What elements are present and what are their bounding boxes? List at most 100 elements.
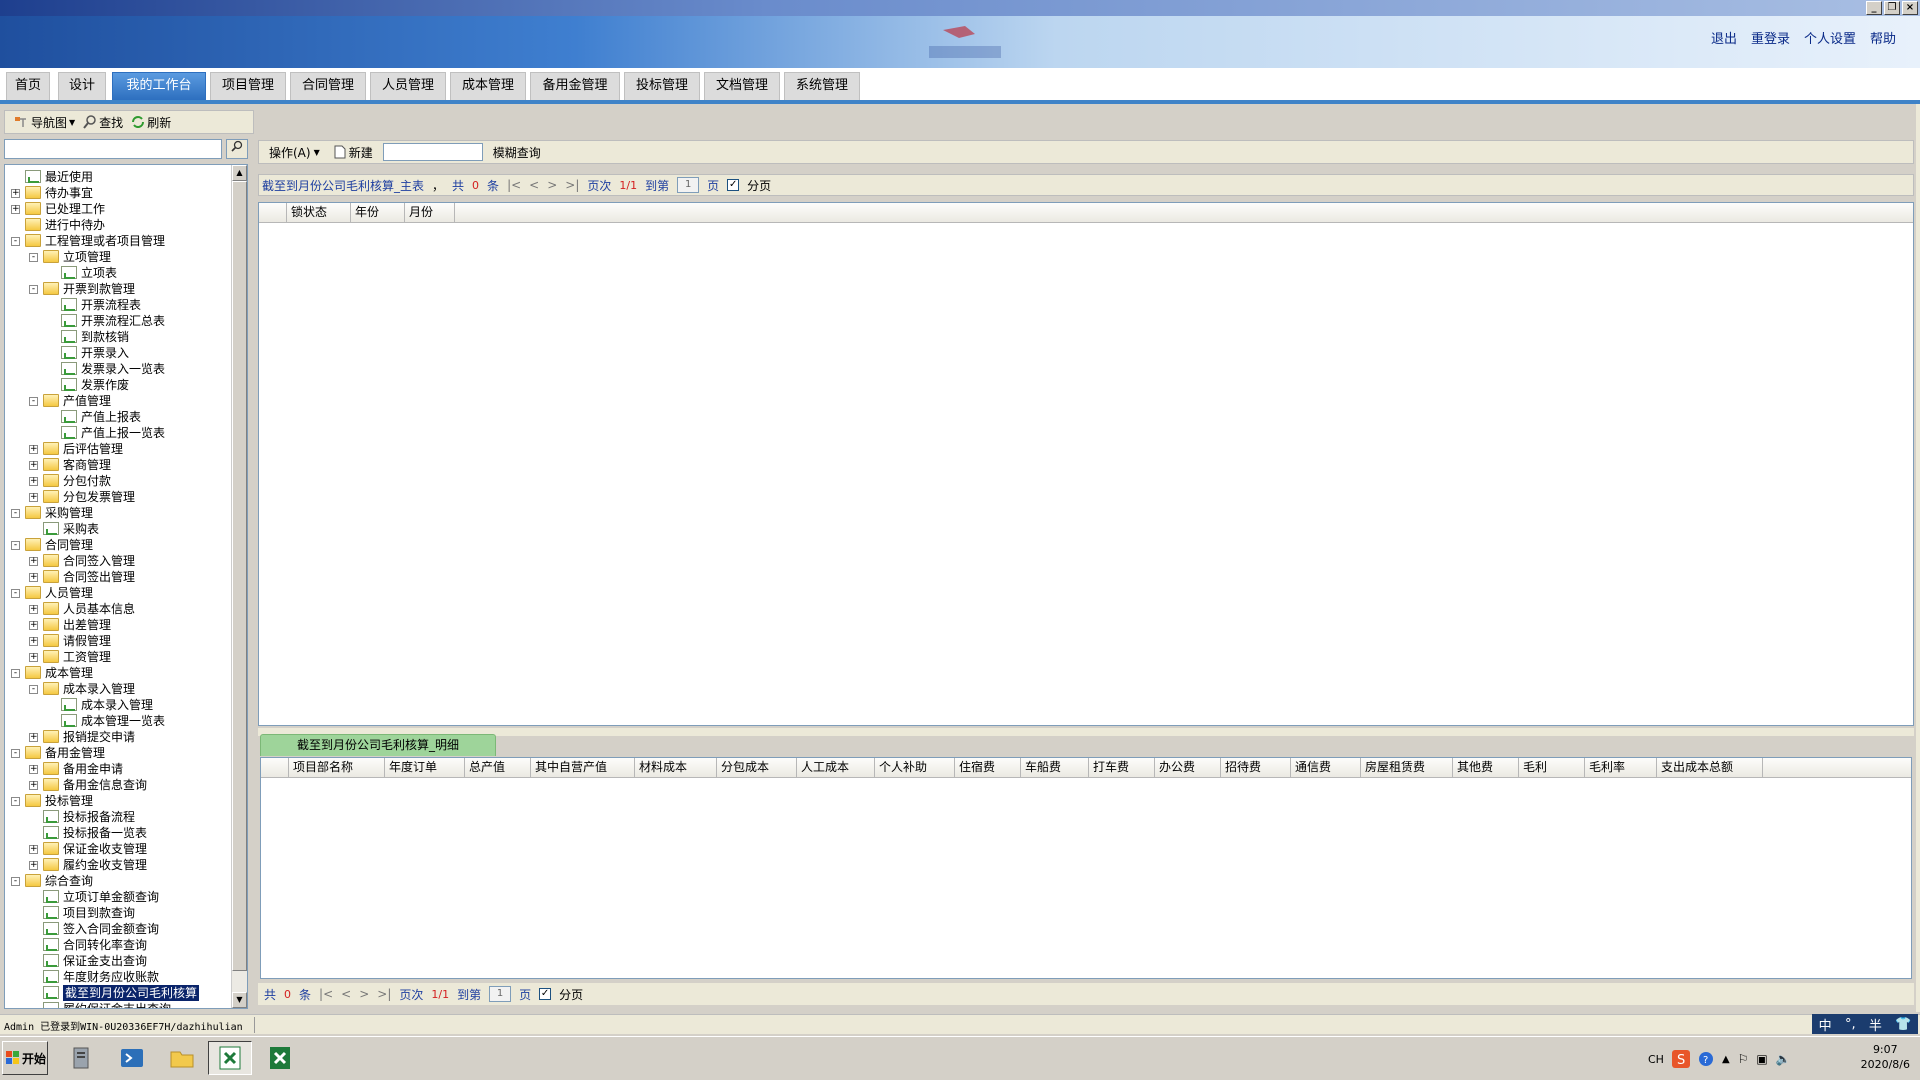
tab-design[interactable]: 设计 [58,72,106,100]
tab-personnel-management[interactable]: 人员管理 [370,72,446,100]
tree-item[interactable]: 成本录入管理 [5,697,233,713]
prev-page-icon[interactable]: < [341,987,351,1001]
lang-indicator[interactable]: CH [1648,1053,1664,1066]
nav-map-button[interactable]: 导航图 ▼ [11,114,77,131]
tree-expand-icon[interactable]: + [29,477,38,486]
refresh-button[interactable]: 刷新 [129,114,173,131]
tree-item[interactable]: 投标报备流程 [5,809,233,825]
tree-expand-icon[interactable]: + [29,621,38,630]
next-page-icon[interactable]: > [359,987,369,1001]
fuzzy-search-button[interactable]: 模糊查询 [489,144,545,161]
start-button[interactable]: 开始 [2,1041,48,1075]
page-unit[interactable]: 页 [707,177,719,194]
tree-scrollbar[interactable]: ▲ ▼ [231,165,247,1008]
tree-expand-icon[interactable]: + [11,205,20,214]
scroll-thumb[interactable] [232,181,247,971]
scroll-down-icon[interactable]: ▼ [232,992,247,1008]
tree-item[interactable]: 产值上报一览表 [5,425,233,441]
ime-mode[interactable]: 半 [1869,1015,1882,1034]
tree-item[interactable]: 发票作废 [5,377,233,393]
tree-expand-icon[interactable]: + [29,653,38,662]
tree-item[interactable]: + 合同签入管理 [5,553,233,569]
grid-header-cell[interactable]: 招待费 [1221,758,1291,778]
tree-item[interactable]: + 保证金收支管理 [5,841,233,857]
tree-collapse-icon[interactable]: - [11,669,20,678]
tree-item[interactable]: 最近使用 [5,169,233,185]
tree-expand-icon[interactable]: + [29,573,38,582]
tree-item[interactable]: - 人员管理 [5,585,233,601]
tree-item[interactable]: - 产值管理 [5,393,233,409]
grid-header-cell[interactable]: 人工成本 [797,758,875,778]
tree-item[interactable]: 开票流程汇总表 [5,313,233,329]
tree-item[interactable]: 到款核销 [5,329,233,345]
tree-item[interactable]: 立项表 [5,265,233,281]
tree-item[interactable]: + 后评估管理 [5,441,233,457]
logout-link[interactable]: 退出 [1711,28,1737,47]
last-page-icon[interactable]: >| [565,178,579,192]
tree-collapse-icon[interactable]: - [11,589,20,598]
help-icon[interactable]: ? [1698,1051,1714,1067]
tree-item[interactable]: - 备用金管理 [5,745,233,761]
grid-header-cell[interactable]: 毛利率 [1585,758,1657,778]
ime-shirt-icon[interactable]: 👕 [1895,1017,1911,1032]
relogin-link[interactable]: 重登录 [1751,28,1790,47]
tree-item[interactable]: 投标报备一览表 [5,825,233,841]
excel-app-active[interactable] [208,1041,252,1075]
tree-search-button[interactable] [226,139,248,159]
grid-header-cell[interactable] [261,758,289,778]
last-page-icon[interactable]: >| [377,987,391,1001]
tree-item[interactable]: 合同转化率查询 [5,937,233,953]
grid-header-cell[interactable] [259,203,287,223]
personal-settings-link[interactable]: 个人设置 [1804,28,1856,47]
grid-header-cell[interactable]: 材料成本 [635,758,717,778]
fuzzy-search-input[interactable] [382,143,483,161]
tab-home[interactable]: 首页 [6,72,50,100]
tree-collapse-icon[interactable]: - [29,253,38,262]
tree-collapse-icon[interactable]: - [11,749,20,758]
volume-icon[interactable]: 🔈 [1776,1052,1791,1066]
network-icon[interactable]: ▣ [1756,1052,1767,1066]
tree-expand-icon[interactable]: + [29,733,38,742]
first-page-icon[interactable]: |< [319,987,333,1001]
tree-collapse-icon[interactable]: - [29,685,38,694]
grid-header-cell[interactable]: 其中自营产值 [531,758,635,778]
tree-item[interactable]: + 分包发票管理 [5,489,233,505]
tree-collapse-icon[interactable]: - [11,237,20,246]
ime-punct[interactable]: °, [1845,1017,1856,1032]
tree-item[interactable]: 立项订单金额查询 [5,889,233,905]
tree-item[interactable]: - 成本录入管理 [5,681,233,697]
tab-cost-management[interactable]: 成本管理 [450,72,526,100]
tree-item[interactable]: + 报销提交申请 [5,729,233,745]
tree-expand-icon[interactable]: + [29,861,38,870]
restore-button[interactable]: ❐ [1884,1,1900,15]
tree-item[interactable]: + 履约金收支管理 [5,857,233,873]
tree-item[interactable]: 年度财务应收账款 [5,969,233,985]
tree-collapse-icon[interactable]: - [11,541,20,550]
grid-header-cell[interactable]: 个人补助 [875,758,955,778]
ime-lang[interactable]: 中 [1819,1015,1832,1034]
tree-item[interactable]: - 开票到款管理 [5,281,233,297]
tree-expand-icon[interactable]: + [29,765,38,774]
tree-item[interactable]: - 投标管理 [5,793,233,809]
scroll-up-icon[interactable]: ▲ [232,165,247,181]
grid-header-cell[interactable]: 月份 [405,203,455,223]
tab-petty-cash-management[interactable]: 备用金管理 [530,72,620,100]
tree-expand-icon[interactable]: + [29,637,38,646]
tree-item[interactable]: 进行中待办 [5,217,233,233]
tree-item[interactable]: - 合同管理 [5,537,233,553]
tree-item[interactable]: 签入合同金额查询 [5,921,233,937]
tab-system-management[interactable]: 系统管理 [784,72,860,100]
tree-item[interactable]: + 合同签出管理 [5,569,233,585]
grid-header-cell[interactable]: 年份 [351,203,405,223]
pane-splitter[interactable] [258,728,1914,736]
grid-header-cell[interactable]: 办公费 [1155,758,1221,778]
grid-header-cell[interactable]: 毛利 [1519,758,1585,778]
tree-item[interactable]: + 人员基本信息 [5,601,233,617]
tree-item[interactable]: 履约保证金支出查询 [5,1001,233,1008]
tree-item[interactable]: - 成本管理 [5,665,233,681]
grid-header-cell[interactable]: 打车费 [1089,758,1155,778]
page-unit[interactable]: 页 [519,986,531,1003]
minimize-button[interactable]: _ [1866,1,1882,15]
tree-item[interactable]: + 客商管理 [5,457,233,473]
prev-page-icon[interactable]: < [529,178,539,192]
